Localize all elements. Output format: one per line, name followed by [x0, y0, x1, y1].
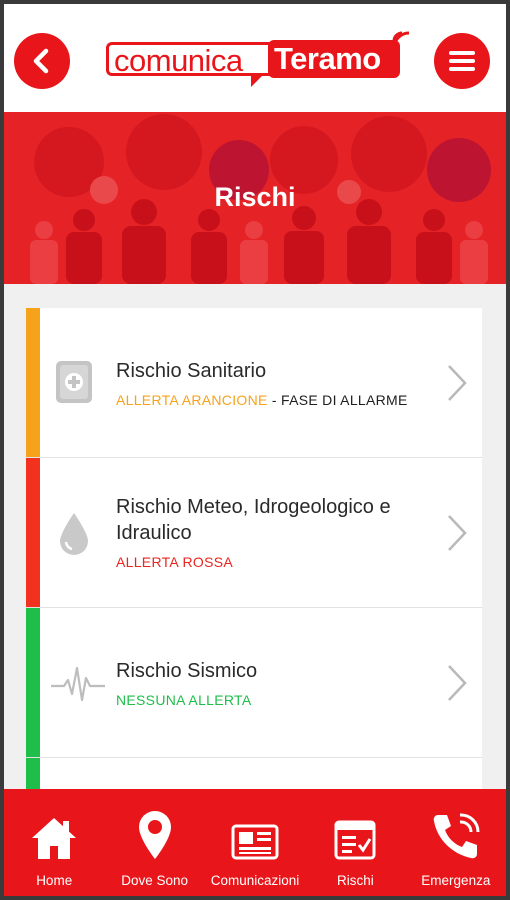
app-header: comunica Teramo: [4, 4, 506, 112]
nav-label: Home: [36, 873, 73, 888]
alert-phase: FASE DI ALLARME: [280, 392, 408, 408]
nav-label: Emergenza: [421, 873, 491, 888]
risk-item-meteo[interactable]: Rischio Meteo, Idrogeologico e Idraulico…: [26, 458, 482, 608]
page-title: Rischi: [214, 182, 296, 212]
chevron-right-icon: [448, 665, 467, 701]
alert-color-stripe: [26, 608, 40, 757]
nav-emergenza[interactable]: Emergenza: [406, 789, 506, 896]
back-arrow-icon: [33, 48, 49, 74]
risk-status: ALLERTA ARANCIONE - FASE DI ALLARME: [116, 392, 408, 408]
page-banner: Rischi: [4, 112, 506, 284]
home-icon: [32, 818, 77, 859]
risk-title: Rischio Sanitario: [116, 360, 267, 382]
nav-label: Comunicazioni: [210, 873, 300, 888]
chevron-right-icon: [448, 515, 467, 551]
nav-rischi[interactable]: Rischi: [305, 789, 405, 896]
back-button[interactable]: [14, 33, 70, 89]
status-separator: -: [267, 392, 281, 408]
water-drop-icon: [48, 508, 100, 560]
chevron-right-icon: [448, 365, 467, 401]
risk-status: NESSUNA ALLERTA: [116, 692, 251, 708]
alert-level: NESSUNA ALLERTA: [116, 692, 252, 708]
signal-waves-icon: [392, 31, 410, 49]
menu-button[interactable]: [434, 33, 490, 89]
risk-item-sanitario[interactable]: Rischio Sanitario ALLERTA ARANCIONE - FA…: [26, 308, 482, 458]
comunica-teramo-logo: comunica Teramo: [106, 31, 410, 87]
hamburger-menu-icon: [449, 51, 475, 71]
location-pin-icon: [138, 811, 171, 859]
bottom-navigation: Home Dove Sono Comunicazioni Rischi Emer…: [4, 789, 506, 896]
nav-label: Rischi: [337, 873, 374, 888]
checklist-icon: [334, 820, 376, 860]
logo-speech-tail: [251, 75, 263, 87]
nav-comunicazioni[interactable]: Comunicazioni: [205, 789, 305, 896]
risk-item-sismico[interactable]: Rischio Sismico NESSUNA ALLERTA: [26, 608, 482, 758]
nav-dove-sono[interactable]: Dove Sono: [104, 789, 204, 896]
alert-color-stripe: [26, 308, 40, 457]
nav-home[interactable]: Home: [4, 789, 104, 896]
alert-level: ALLERTA ROSSA: [116, 554, 233, 570]
alert-level: ALLERTA ARANCIONE: [116, 392, 268, 408]
app-screen: comunica Teramo Rischi Rischio Sanitario…: [4, 4, 506, 896]
logo-text-comunica: comunica: [114, 43, 243, 78]
nav-label: Dove Sono: [121, 873, 188, 888]
logo-text-teramo: Teramo: [274, 41, 381, 76]
risk-status: ALLERTA ROSSA: [116, 554, 233, 570]
risk-title: Rischio Sismico: [116, 660, 258, 682]
phone-icon: [433, 813, 480, 859]
seismograph-icon: [50, 658, 106, 710]
risk-title: Rischio Meteo, Idrogeologico e Idraulico: [116, 496, 391, 544]
newspaper-icon: [231, 824, 279, 860]
medical-kit-icon: [48, 356, 100, 408]
alert-color-stripe: [26, 458, 40, 607]
